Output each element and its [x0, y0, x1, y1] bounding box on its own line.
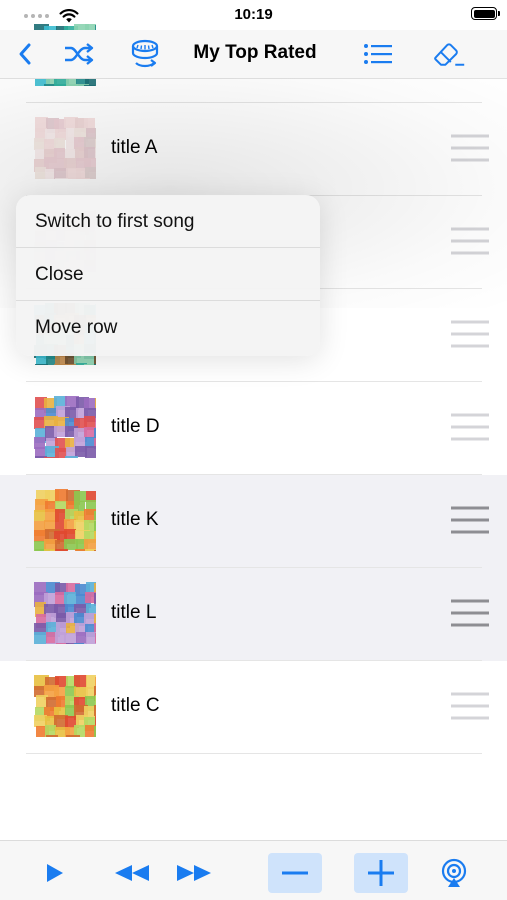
- rating-button[interactable]: [128, 38, 162, 70]
- increase-button[interactable]: [354, 853, 408, 893]
- song-title: title C: [111, 695, 160, 716]
- decrease-button[interactable]: [268, 853, 322, 893]
- menu-item-switch-to-first-song[interactable]: Switch to first song: [16, 195, 320, 248]
- play-icon: [47, 864, 63, 882]
- song-title: title A: [111, 137, 158, 158]
- fast-forward-icon: [177, 865, 211, 881]
- reorder-handle-icon[interactable]: [451, 131, 489, 167]
- context-menu: Switch to first song Close Move row: [16, 195, 320, 356]
- album-artwork: [34, 117, 96, 179]
- row-separator: [26, 753, 482, 754]
- reorder-handle-icon[interactable]: [451, 596, 489, 632]
- menu-item-close[interactable]: Close: [16, 248, 320, 301]
- rating-dial-icon: [131, 39, 159, 68]
- reorder-handle-icon[interactable]: [451, 317, 489, 353]
- shuffle-icon: [65, 43, 94, 65]
- airplay-button[interactable]: [436, 853, 472, 893]
- reorder-handle-icon[interactable]: [451, 410, 489, 446]
- song-row[interactable]: title D: [0, 382, 507, 475]
- song-row[interactable]: title C: [0, 661, 507, 754]
- eraser-icon: [434, 43, 465, 66]
- page-title: My Top Rated: [193, 42, 317, 63]
- song-title: title K: [111, 509, 159, 530]
- song-title: title L: [111, 602, 157, 623]
- back-button[interactable]: [8, 38, 42, 70]
- reorder-handle-icon[interactable]: [451, 224, 489, 260]
- album-artwork: [34, 675, 96, 737]
- shuffle-button[interactable]: [62, 38, 96, 70]
- song-row[interactable]: title A: [0, 103, 507, 196]
- song-row[interactable]: title L: [0, 568, 507, 661]
- album-artwork: [34, 489, 96, 551]
- album-artwork: [34, 396, 96, 458]
- navigation-bar: My Top Rated: [0, 30, 507, 79]
- reorder-handle-icon[interactable]: [451, 689, 489, 725]
- list-icon: [364, 44, 392, 64]
- playback-toolbar: [0, 840, 507, 900]
- album-artwork: [34, 582, 96, 644]
- menu-item-move-row[interactable]: Move row: [16, 301, 320, 354]
- play-button[interactable]: [36, 853, 72, 893]
- rewind-icon: [115, 865, 149, 881]
- plus-icon: [368, 860, 394, 886]
- song-row[interactable]: title K: [0, 475, 507, 568]
- chevron-left-icon: [19, 43, 31, 65]
- list-button[interactable]: [361, 38, 395, 70]
- song-title: title D: [111, 416, 160, 437]
- airplay-icon: [441, 858, 467, 887]
- reorder-handle-icon[interactable]: [451, 503, 489, 539]
- rewind-button[interactable]: [110, 853, 154, 893]
- fast-forward-button[interactable]: [172, 853, 216, 893]
- minus-icon: [282, 871, 308, 875]
- eraser-button[interactable]: [432, 38, 466, 70]
